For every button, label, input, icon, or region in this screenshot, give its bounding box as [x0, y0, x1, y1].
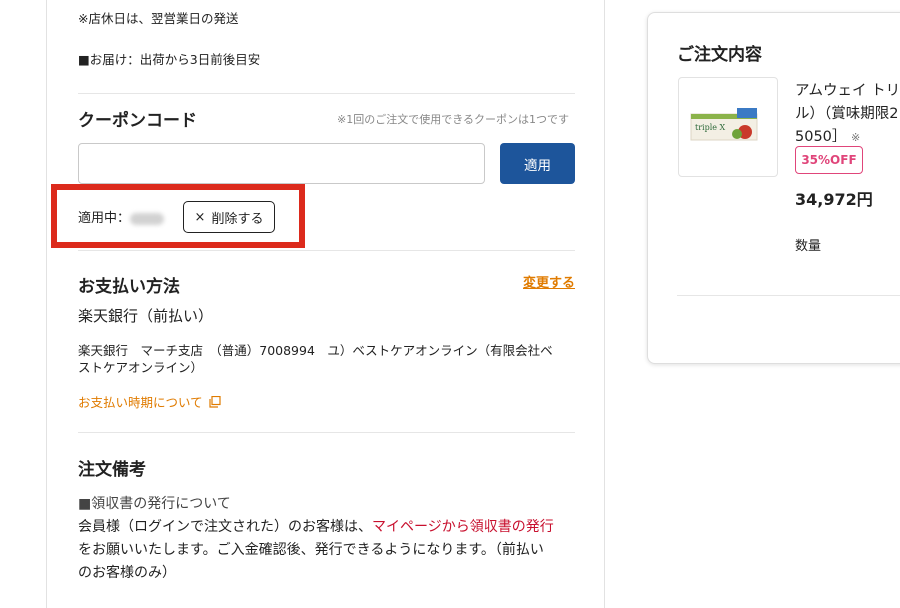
- coupon-code-input[interactable]: [78, 143, 485, 184]
- payment-method: 楽天銀行（前払い）: [78, 307, 214, 325]
- product-price: 34,972円: [795, 190, 873, 209]
- external-window-icon: [209, 395, 221, 408]
- applied-coupon-status: 適用中：: [78, 207, 165, 226]
- apply-coupon-button[interactable]: 適用: [500, 143, 575, 184]
- order-summary-title: ご注文内容: [677, 45, 762, 65]
- product-thumbnail[interactable]: triple X: [678, 77, 778, 177]
- discount-badge: 35%OFF: [795, 146, 863, 174]
- receipt-text-line-2: 会員様（ログインで注文された）のお客様は、マイページから領収書の発行: [78, 516, 554, 536]
- quantity-label: 数量: [795, 239, 822, 254]
- change-payment-link[interactable]: 変更する: [523, 272, 575, 291]
- divider: [78, 250, 575, 251]
- payment-title: お支払い方法: [78, 277, 180, 297]
- remarks-title: 注文備考: [78, 460, 146, 480]
- divider: [677, 295, 900, 296]
- coupon-title: クーポンコード: [78, 111, 197, 131]
- receipt-text-line-4: のお客様のみ）: [78, 565, 176, 581]
- close-icon: ×: [194, 209, 206, 225]
- product-name-line-3[interactable]: 5050］ ※: [795, 125, 860, 146]
- product-note-mark: ※: [851, 131, 861, 144]
- payment-timing-link[interactable]: お支払い時期について: [78, 392, 221, 411]
- product-image-text: triple X: [695, 123, 726, 132]
- applied-coupon-label: 適用中：: [78, 211, 131, 226]
- product-name-suffix: 5050］: [795, 129, 847, 145]
- divider: [78, 93, 575, 94]
- receipt-heading: ■領収書の発行について: [78, 496, 231, 512]
- mypage-receipt-link[interactable]: マイページから領収書の発行: [372, 519, 554, 535]
- applied-coupon-code-redacted: [130, 212, 165, 225]
- receipt-text-prefix: 会員様（ログインで注文された）のお客様は、: [78, 519, 372, 535]
- delivery-note: ■お届け：出荷から3日前後目安: [78, 52, 261, 67]
- divider: [78, 432, 575, 433]
- product-box-image: triple X: [690, 108, 758, 141]
- payment-timing-label: お支払い時期について: [78, 395, 203, 410]
- product-name-line-1[interactable]: アムウェイ トリ: [795, 79, 900, 100]
- remove-coupon-label: 削除する: [211, 211, 264, 227]
- bank-account-line-2: ストケアオンライン）: [78, 360, 204, 375]
- closed-day-note: ※店休日は、翌営業日の発送: [78, 11, 239, 26]
- coupon-note: ※1回のご注文で使用できるクーポンは1つです: [337, 113, 569, 126]
- remove-coupon-button[interactable]: × 削除する: [183, 201, 275, 233]
- receipt-text-line-3: をお願いいたします。ご入金確認後、発行できるようになります。（前払い: [78, 542, 544, 558]
- product-name-line-2[interactable]: ル）（賞味期限2: [795, 102, 898, 123]
